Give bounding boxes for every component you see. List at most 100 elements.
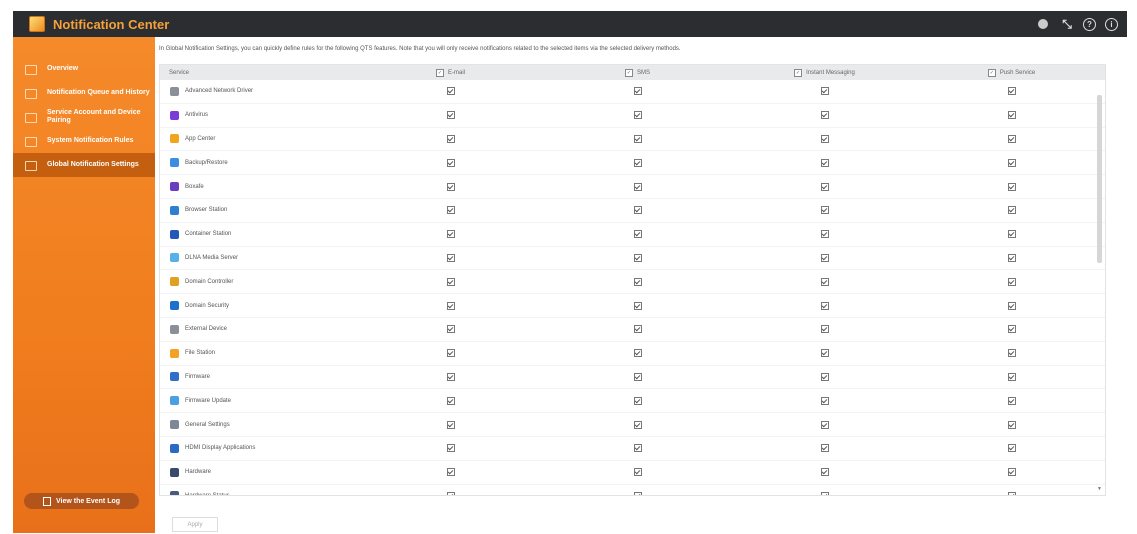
- email-checkbox[interactable]: [446, 182, 455, 191]
- instant-messaging-checkbox[interactable]: [820, 444, 829, 453]
- settings-dot-icon[interactable]: [1038, 19, 1048, 29]
- scrollbar-thumb[interactable]: [1097, 95, 1102, 263]
- apply-button[interactable]: Apply: [172, 517, 218, 532]
- push-service-header-checkbox[interactable]: ✓: [987, 68, 996, 77]
- instant-messaging-checkbox[interactable]: [820, 301, 829, 310]
- instant-messaging-checkbox[interactable]: [820, 182, 829, 191]
- email-checkbox[interactable]: [446, 158, 455, 167]
- email-checkbox[interactable]: [446, 253, 455, 262]
- push-service-checkbox[interactable]: [1007, 206, 1016, 215]
- push-service-checkbox[interactable]: [1007, 111, 1016, 120]
- sms-checkbox[interactable]: [633, 158, 642, 167]
- instant-messaging-checkbox[interactable]: [820, 206, 829, 215]
- push-service-checkbox[interactable]: [1007, 230, 1016, 239]
- push-service-checkbox[interactable]: [1007, 182, 1016, 191]
- sms-checkbox[interactable]: [633, 182, 642, 191]
- email-checkbox[interactable]: [446, 134, 455, 143]
- email-checkbox[interactable]: [446, 444, 455, 453]
- instant-messaging-checkbox[interactable]: [820, 325, 829, 334]
- instant-messaging-checkbox[interactable]: [820, 158, 829, 167]
- push-service-checkbox[interactable]: [1007, 277, 1016, 286]
- instant-messaging-checkbox[interactable]: [820, 468, 829, 477]
- instant-messaging-checkbox[interactable]: [820, 396, 829, 405]
- sms-checkbox[interactable]: [633, 372, 642, 381]
- instant-messaging-checkbox[interactable]: [820, 111, 829, 120]
- sms-checkbox[interactable]: [633, 206, 642, 215]
- push-service-checkbox[interactable]: [1007, 349, 1016, 358]
- instant-messaging-checkbox[interactable]: [820, 230, 829, 239]
- push-service-checkbox[interactable]: [1007, 396, 1016, 405]
- service-name: Boxafe: [185, 183, 204, 190]
- instant-messaging-checkbox[interactable]: [820, 277, 829, 286]
- email-header-checkbox[interactable]: ✓: [435, 68, 444, 77]
- service-name: Domain Security: [185, 302, 230, 309]
- sidebar-item-label: Service Account and Device Pairing: [47, 109, 141, 124]
- sidebar-item-2[interactable]: Service Account and Device Pairing: [13, 105, 155, 129]
- email-checkbox[interactable]: [446, 111, 455, 120]
- sms-checkbox[interactable]: [633, 444, 642, 453]
- service-cell: Backup/Restore: [160, 158, 357, 168]
- sidebar-item-3[interactable]: System Notification Rules: [13, 129, 155, 153]
- sms-checkbox[interactable]: [633, 396, 642, 405]
- sms-checkbox[interactable]: [633, 491, 642, 495]
- help-icon[interactable]: ?: [1083, 17, 1096, 31]
- sms-checkbox[interactable]: [633, 134, 642, 143]
- email-checkbox[interactable]: [446, 396, 455, 405]
- push-service-checkbox[interactable]: [1007, 253, 1016, 262]
- instant-messaging-checkbox[interactable]: [820, 349, 829, 358]
- email-column-header[interactable]: ✓ E-mail: [357, 68, 544, 77]
- email-checkbox[interactable]: [446, 230, 455, 239]
- email-checkbox[interactable]: [446, 277, 455, 286]
- view-event-log-button[interactable]: View the Event Log: [24, 493, 139, 509]
- push-service-checkbox[interactable]: [1007, 420, 1016, 429]
- instant-messaging-checkbox[interactable]: [820, 372, 829, 381]
- sms-checkbox[interactable]: [633, 468, 642, 477]
- push-service-column-header[interactable]: ✓ Push Service: [918, 68, 1105, 77]
- instant-messaging-checkbox[interactable]: [820, 491, 829, 495]
- sms-cell: [544, 182, 731, 191]
- instant-messaging-column-header[interactable]: ✓ Instant Messaging: [731, 68, 918, 77]
- email-checkbox[interactable]: [446, 206, 455, 215]
- sms-header-checkbox[interactable]: ✓: [624, 68, 633, 77]
- email-checkbox[interactable]: [446, 87, 455, 96]
- email-checkbox[interactable]: [446, 468, 455, 477]
- instant-messaging-checkbox[interactable]: [820, 420, 829, 429]
- push-service-checkbox[interactable]: [1007, 444, 1016, 453]
- push-service-checkbox[interactable]: [1007, 325, 1016, 334]
- sms-checkbox[interactable]: [633, 230, 642, 239]
- email-checkbox[interactable]: [446, 372, 455, 381]
- email-checkbox[interactable]: [446, 301, 455, 310]
- scroll-down-arrow-icon[interactable]: ▼: [1097, 486, 1102, 492]
- instant-messaging-header-checkbox[interactable]: ✓: [794, 68, 803, 77]
- email-checkbox[interactable]: [446, 325, 455, 334]
- sms-checkbox[interactable]: [633, 253, 642, 262]
- push-service-checkbox[interactable]: [1007, 301, 1016, 310]
- instant-messaging-checkbox[interactable]: [820, 87, 829, 96]
- sms-column-header[interactable]: ✓ SMS: [544, 68, 731, 77]
- sms-checkbox[interactable]: [633, 301, 642, 310]
- sidebar-item-4[interactable]: Global Notification Settings: [13, 153, 155, 177]
- sms-checkbox[interactable]: [633, 325, 642, 334]
- instant-messaging-checkbox[interactable]: [820, 134, 829, 143]
- push-service-checkbox[interactable]: [1007, 158, 1016, 167]
- sms-checkbox[interactable]: [633, 111, 642, 120]
- info-icon[interactable]: i: [1105, 17, 1118, 31]
- sidebar-item-1[interactable]: Notification Queue and History: [13, 81, 155, 105]
- push-service-checkbox[interactable]: [1007, 87, 1016, 96]
- sidebar-item-0[interactable]: Overview: [13, 57, 155, 81]
- push-service-checkbox[interactable]: [1007, 372, 1016, 381]
- email-checkbox[interactable]: [446, 491, 455, 495]
- email-checkbox[interactable]: [446, 420, 455, 429]
- push-service-checkbox[interactable]: [1007, 491, 1016, 495]
- minimize-icon[interactable]: ⤡: [1060, 17, 1074, 31]
- email-checkbox[interactable]: [446, 349, 455, 358]
- sms-checkbox[interactable]: [633, 420, 642, 429]
- sms-checkbox[interactable]: [633, 349, 642, 358]
- service-icon: [170, 348, 179, 358]
- push-service-checkbox[interactable]: [1007, 134, 1016, 143]
- sms-checkbox[interactable]: [633, 87, 642, 96]
- sms-checkbox[interactable]: [633, 277, 642, 286]
- push-service-checkbox[interactable]: [1007, 468, 1016, 477]
- table-row: Boxafe: [160, 175, 1105, 199]
- instant-messaging-checkbox[interactable]: [820, 253, 829, 262]
